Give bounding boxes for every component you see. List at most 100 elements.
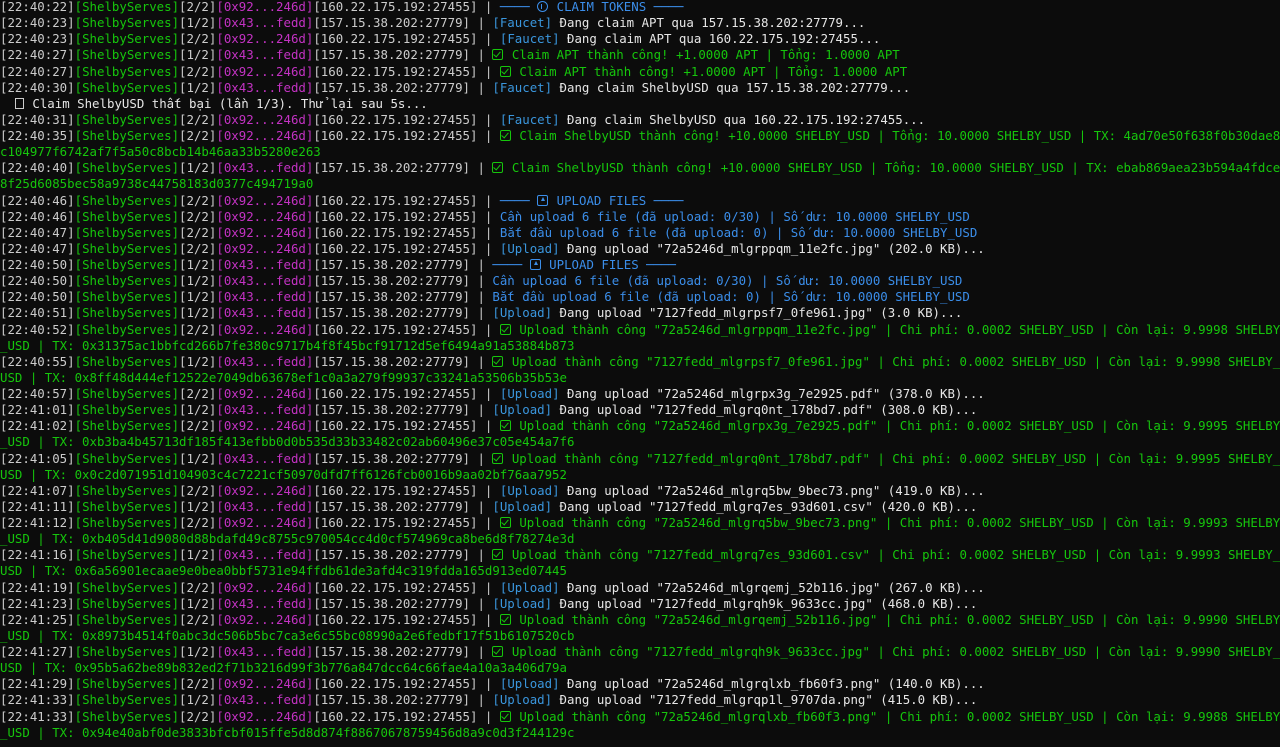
coin-icon xyxy=(537,1,549,12)
log-line: [22:41:02][ShelbyServes][2/2][0x92...246… xyxy=(0,418,1280,434)
wallet-address: [0x43...fedd] xyxy=(216,353,314,369)
wallet-address: [0x43...fedd] xyxy=(216,498,314,514)
success-text: _USD | TX: 0x8973b4514f0abc3dc506b5bc7ca… xyxy=(0,627,575,643)
log-text: [2/2] xyxy=(179,676,217,692)
info-text: UPLOAD FILES ──── xyxy=(541,257,676,272)
log-message: Đang upload "72a5246d_mlgrqlxb_fb60f3.pn… xyxy=(559,676,985,692)
log-text: | xyxy=(477,63,500,79)
log-text: | xyxy=(477,192,500,208)
wallet-address: [0x92...246d] xyxy=(216,611,314,627)
terminal-output[interactable]: [22:40:22][ShelbyServes][2/2][0x92...246… xyxy=(0,0,1280,741)
log-text: [2/2] xyxy=(179,418,217,434)
wallet-address: [0x43...fedd] xyxy=(216,450,314,466)
log-line: [22:40:47][ShelbyServes][2/2][0x92...246… xyxy=(0,225,1280,241)
success-text: [ShelbyServes] xyxy=(74,224,180,240)
wallet-address: [0x92...246d] xyxy=(216,482,314,498)
log-text: | xyxy=(470,353,493,369)
log-text: [22:41:29] xyxy=(0,676,75,692)
success-text: [ShelbyServes] xyxy=(74,402,180,418)
log-line: [22:41:29][ShelbyServes][2/2][0x92...246… xyxy=(0,676,1280,692)
log-line: [22:40:47][ShelbyServes][2/2][0x92...246… xyxy=(0,241,1280,257)
success-text: [ShelbyServes] xyxy=(74,15,180,31)
log-message: Đang upload "7127fedd_mlgrqp1l_9707da.pn… xyxy=(552,692,978,708)
success-text: [ShelbyServes] xyxy=(74,0,180,14)
wallet-address: [0x43...fedd] xyxy=(216,79,314,95)
log-line: [22:40:50][ShelbyServes][1/2][0x43...fed… xyxy=(0,257,1280,273)
log-text: [22:41:25] xyxy=(0,611,75,627)
log-text: [2/2] xyxy=(179,321,217,337)
log-line: [22:40:35][ShelbyServes][2/2][0x92...246… xyxy=(0,128,1280,144)
log-line: [22:40:27][ShelbyServes][1/2][0x43...fed… xyxy=(0,47,1280,63)
success-text: [ShelbyServes] xyxy=(74,305,180,321)
success-text: Upload thành công "72a5246d_mlgrppqm_11e… xyxy=(511,321,1280,337)
success-text: [ShelbyServes] xyxy=(74,450,180,466)
log-text: [2/2] xyxy=(179,31,217,47)
log-text: [160.22.175.192:27455] xyxy=(313,418,478,434)
log-line: [22:41:33][ShelbyServes][1/2][0x43...fed… xyxy=(0,692,1280,708)
log-line: _USD | TX: 0x94e40abf0de3833bfcbf015ffe5… xyxy=(0,725,1280,741)
log-line: _USD | TX: 0x8973b4514f0abc3dc506b5bc7ca… xyxy=(0,628,1280,644)
info-text: Cần upload 6 file (đã upload: 0/30) | Số… xyxy=(499,208,970,224)
check-icon xyxy=(499,65,511,77)
log-text: | xyxy=(470,498,493,514)
check-icon xyxy=(499,710,511,722)
success-text: [ShelbyServes] xyxy=(74,192,180,208)
info-text: Bắt đầu upload 6 file (đã upload: 0) | S… xyxy=(499,224,978,240)
success-text: [ShelbyServes] xyxy=(74,579,180,595)
log-text: [1/2] xyxy=(179,257,217,272)
log-text: [160.22.175.192:27455] xyxy=(313,611,478,627)
info-text: Bắt đầu upload 6 file (đã upload: 0) | S… xyxy=(492,289,970,305)
check-icon xyxy=(492,646,504,657)
wallet-address: [0x92...246d] xyxy=(216,240,314,256)
log-line: [22:41:01][ShelbyServes][1/2][0x43...fed… xyxy=(0,402,1280,418)
log-line: [22:41:05][ShelbyServes][1/2][0x43...fed… xyxy=(0,451,1280,467)
success-text: [ShelbyServes] xyxy=(74,128,180,143)
log-tag: [Faucet] xyxy=(499,31,560,47)
log-line: [22:40:40][ShelbyServes][1/2][0x43...fed… xyxy=(0,160,1280,176)
check-icon xyxy=(499,323,511,335)
log-text: [22:40:50] xyxy=(0,257,75,272)
check-icon xyxy=(499,613,511,625)
log-text: [1/2] xyxy=(179,289,217,305)
log-text: [22:40:50] xyxy=(0,289,75,305)
log-text: | xyxy=(470,79,493,95)
log-message: Đang upload "72a5246d_mlgrpx3g_7e2925.pd… xyxy=(559,386,985,401)
log-text: [22:40:52] xyxy=(0,321,75,337)
log-text: [157.15.38.202:27779] xyxy=(313,595,470,611)
check-icon xyxy=(492,355,504,367)
log-text: [2/2] xyxy=(179,482,217,498)
log-message: Claim ShelbyUSD thất bại (lần 1/3). Thử … xyxy=(24,95,428,111)
log-line: [22:40:30][ShelbyServes][1/2][0x43...fed… xyxy=(0,80,1280,96)
wallet-address: [0x92...246d] xyxy=(216,321,314,337)
log-text: [1/2] xyxy=(179,353,217,369)
log-line: USD | TX: 0x6a56901ecaae9e0bea0bbf5731e9… xyxy=(0,563,1280,579)
log-text: [157.15.38.202:27779] xyxy=(313,79,470,95)
log-text: [157.15.38.202:27779] xyxy=(313,498,470,514)
log-tag: [Upload] xyxy=(492,402,553,418)
log-message: Đang upload "7127fedd_mlgrq7es_93d601.cs… xyxy=(552,498,978,514)
log-text: | xyxy=(477,611,500,627)
wallet-address: [0x92...246d] xyxy=(216,128,314,143)
log-tag: [Upload] xyxy=(499,676,560,692)
log-text: [22:41:33] xyxy=(0,692,75,708)
log-text: [22:40:51] xyxy=(0,305,75,321)
success-text: [ShelbyServes] xyxy=(74,595,180,611)
log-text: [157.15.38.202:27779] xyxy=(313,160,470,176)
wallet-address: [0x43...fedd] xyxy=(216,47,314,63)
info-text: ──── xyxy=(499,192,538,208)
log-text: | xyxy=(470,305,493,321)
log-text: [160.22.175.192:27455] xyxy=(313,321,478,337)
log-text: [160.22.175.192:27455] xyxy=(313,515,478,530)
log-text: [160.22.175.192:27455] xyxy=(313,240,478,256)
log-text: [1/2] xyxy=(179,305,217,321)
log-line: [22:40:50][ShelbyServes][1/2][0x43...fed… xyxy=(0,289,1280,305)
log-line: USD | TX: 0x8ff48d444ef12522e7049db63678… xyxy=(0,370,1280,386)
log-text: [2/2] xyxy=(179,224,217,240)
log-text: [2/2] xyxy=(179,611,217,627)
success-text: c104977f6742af7f5a50c8bcb14b46aa33b5280e… xyxy=(0,144,321,160)
success-text: [ShelbyServes] xyxy=(74,418,180,434)
log-text: [22:40:27] xyxy=(0,63,75,79)
log-line: [22:40:23][ShelbyServes][2/2][0x92...246… xyxy=(0,31,1280,47)
log-text: [22:41:11] xyxy=(0,498,75,514)
log-text: [160.22.175.192:27455] xyxy=(313,111,478,127)
